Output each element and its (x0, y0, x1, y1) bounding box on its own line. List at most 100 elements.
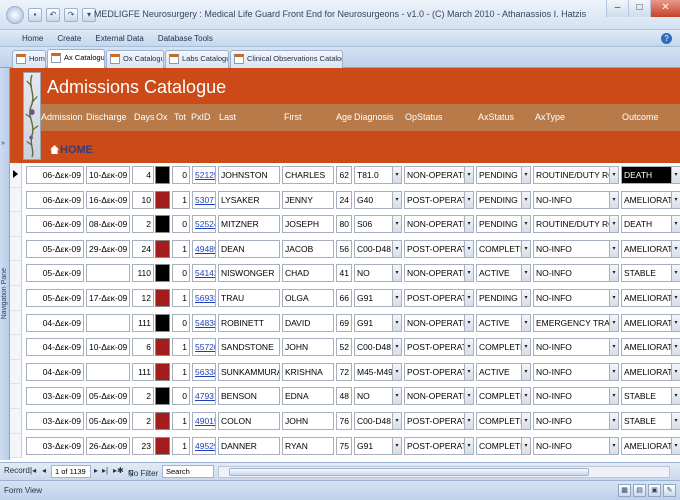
dropdown-arrow-icon[interactable]: ▾ (521, 413, 530, 429)
column-header[interactable]: First (284, 112, 324, 122)
dropdown-arrow-icon[interactable]: ▾ (464, 339, 473, 356)
dropdown-arrow-icon[interactable]: ▾ (671, 437, 680, 454)
dropdown-arrow-icon[interactable]: ▾ (521, 216, 530, 233)
dropdown-arrow-icon[interactable]: ▾ (671, 290, 680, 306)
diagnosis-select[interactable]: G91 ▾ (354, 313, 402, 332)
discharge-field[interactable]: 29-Δεκ-09 (86, 239, 130, 258)
opstatus-select[interactable]: NON-OPERATIVE ▾ (404, 264, 474, 283)
column-header[interactable]: OpStatus (405, 112, 450, 122)
discharge-field[interactable]: 10-Δεκ-09 (86, 166, 130, 184)
first-name-field[interactable]: DAVID (282, 313, 334, 332)
tot-field[interactable]: 1 (172, 362, 190, 381)
dropdown-arrow-icon[interactable]: ▾ (392, 240, 401, 257)
dropdown-arrow-icon[interactable]: ▾ (392, 314, 401, 331)
opstatus-select[interactable]: POST-OPERATIVE ▾ (404, 190, 474, 209)
dropdown-arrow-icon[interactable]: ▾ (671, 191, 680, 208)
discharge-field[interactable]: 17-Δεκ-09 (86, 289, 130, 307)
first-name-field[interactable]: RYAN (282, 436, 334, 455)
dropdown-arrow-icon[interactable]: ▾ (671, 240, 680, 257)
dropdown-arrow-icon[interactable]: ▾ (671, 216, 680, 233)
dropdown-arrow-icon[interactable]: ▾ (521, 191, 530, 208)
dropdown-arrow-icon[interactable]: ▾ (671, 363, 680, 380)
minimize-icon[interactable]: – (606, 0, 628, 17)
opstatus-select[interactable]: NON-OPERATIVE ▾ (404, 387, 474, 406)
discharge-field[interactable] (86, 362, 130, 381)
navigation-pane[interactable]: » Navigation Pane (0, 68, 10, 460)
admission-field[interactable]: 03-Δεκ-09 (26, 412, 84, 430)
dropdown-arrow-icon[interactable]: ▾ (521, 339, 530, 356)
admission-field[interactable]: 06-Δεκ-09 (26, 166, 84, 184)
dropdown-arrow-icon[interactable]: ▾ (609, 265, 618, 282)
tot-field[interactable]: 0 (172, 215, 190, 234)
admission-field[interactable]: 04-Δεκ-09 (26, 362, 84, 381)
axstatus-select[interactable]: COMPLETED ▾ (476, 436, 531, 455)
tot-field[interactable]: 0 (172, 264, 190, 283)
days-field[interactable]: 2 (132, 412, 154, 430)
record-selector[interactable] (10, 433, 22, 459)
last-name-field[interactable]: DEAN (218, 239, 280, 258)
days-field[interactable]: 110 (132, 264, 154, 283)
first-name-field[interactable]: JOHN (282, 338, 334, 357)
axstatus-select[interactable]: COMPLETED ▾ (476, 239, 531, 258)
dropdown-arrow-icon[interactable]: ▾ (392, 339, 401, 356)
column-header[interactable]: Age (336, 112, 354, 122)
axtype-select[interactable]: NO-INFO ▾ (533, 387, 619, 406)
outcome-select[interactable]: STABLE ▾ (621, 387, 680, 406)
horizontal-scrollbar[interactable] (218, 466, 670, 478)
maximize-icon[interactable]: □ (628, 0, 650, 17)
days-field[interactable]: 111 (132, 313, 154, 332)
column-header[interactable]: PxID (191, 112, 213, 122)
last-name-field[interactable]: DANNER (218, 436, 280, 455)
axtype-select[interactable]: ROUTINE/DUTY ROTA ▾ (533, 215, 619, 234)
dropdown-arrow-icon[interactable]: ▾ (464, 413, 473, 429)
dropdown-arrow-icon[interactable]: ▾ (392, 363, 401, 380)
age-field[interactable]: 56 (336, 239, 352, 258)
tab-ox-catalogue[interactable]: Ox Catalogue (106, 50, 164, 68)
discharge-field[interactable]: 08-Δεκ-09 (86, 215, 130, 234)
discharge-field[interactable]: 26-Δεκ-09 (86, 436, 130, 455)
tot-field[interactable]: 1 (172, 190, 190, 209)
opstatus-select[interactable]: POST-OPERATIVE ▾ (404, 338, 474, 357)
last-name-field[interactable]: NISWONGER (218, 264, 280, 283)
days-field[interactable]: 2 (132, 215, 154, 234)
axstatus-select[interactable]: ACTIVE ▾ (476, 313, 531, 332)
dropdown-arrow-icon[interactable]: ▾ (609, 339, 618, 356)
ribbon-tab-home[interactable]: Home (22, 34, 43, 43)
record-selector[interactable] (10, 261, 22, 286)
axstatus-select[interactable]: ACTIVE ▾ (476, 362, 531, 381)
dropdown-arrow-icon[interactable]: ▾ (671, 413, 680, 429)
last-name-field[interactable]: TRAU (218, 289, 280, 307)
last-name-field[interactable]: SANDSTONE (218, 338, 280, 357)
new-record-icon[interactable]: ▸✱ (113, 466, 124, 475)
dropdown-arrow-icon[interactable]: ▾ (521, 363, 530, 380)
expand-arrow-icon[interactable]: » (1, 140, 5, 147)
dropdown-arrow-icon[interactable]: ▾ (609, 314, 618, 331)
opstatus-select[interactable]: POST-OPERATIVE ▾ (404, 362, 474, 381)
axstatus-select[interactable]: ACTIVE ▾ (476, 264, 531, 283)
diagnosis-select[interactable]: S06 ▾ (354, 215, 402, 234)
home-button[interactable]: HOME (50, 144, 93, 156)
axtype-select[interactable]: NO-INFO ▾ (533, 436, 619, 455)
discharge-field[interactable]: 16-Δεκ-09 (86, 190, 130, 209)
days-field[interactable]: 12 (132, 289, 154, 307)
age-field[interactable]: 75 (336, 436, 352, 455)
tab-ax-catalogue[interactable]: Ax Catalogue (47, 49, 105, 68)
first-record-icon[interactable]: |◂ (30, 466, 36, 475)
opstatus-select[interactable]: NON-OPERATIVE ▾ (404, 215, 474, 234)
dropdown-arrow-icon[interactable]: ▾ (521, 290, 530, 306)
scrollbar-thumb[interactable] (229, 468, 589, 476)
tot-field[interactable]: 0 (172, 166, 190, 184)
tot-field[interactable]: 1 (172, 412, 190, 430)
column-header[interactable]: Last (219, 112, 259, 122)
column-header[interactable]: Outcome (622, 112, 672, 122)
dropdown-arrow-icon[interactable]: ▾ (464, 437, 473, 454)
previous-record-icon[interactable]: ◂ (42, 466, 46, 475)
last-record-icon[interactable]: ▸| (102, 466, 108, 475)
pxid-link[interactable]: 56932 (192, 289, 216, 307)
axstatus-select[interactable]: PENDING ▾ (476, 289, 531, 307)
last-name-field[interactable]: JOHNSTON (218, 166, 280, 184)
record-selector[interactable] (10, 286, 22, 311)
age-field[interactable]: 52 (336, 338, 352, 357)
discharge-field[interactable] (86, 264, 130, 283)
diagnosis-select[interactable]: M45-M49 ▾ (354, 362, 402, 381)
